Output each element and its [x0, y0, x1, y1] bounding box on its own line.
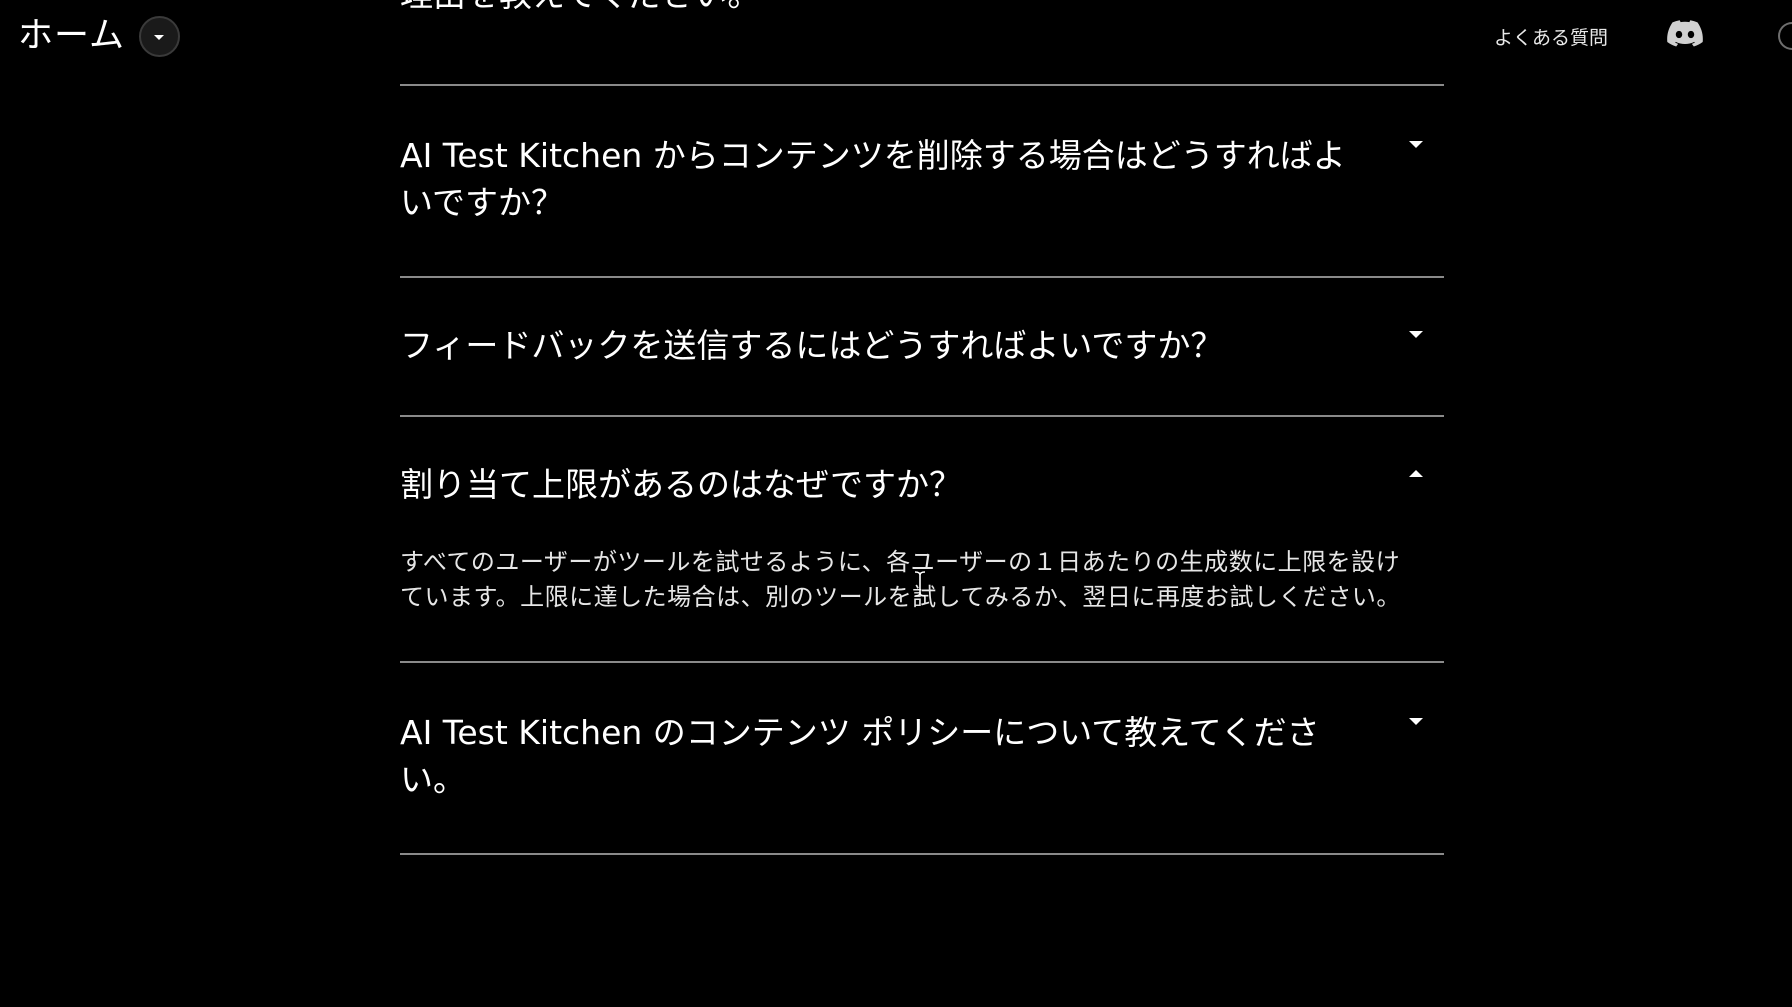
caret-down-icon[interactable] — [1404, 322, 1428, 346]
discord-button[interactable] — [1666, 17, 1704, 55]
faq-item[interactable]: AI Test Kitchen のコンテンツ ポリシーについて教えてください。 — [400, 663, 1444, 853]
faq-question-text: 割り当て上限があるのはなぜですか？ — [400, 465, 962, 504]
faq-page: ホーム よくある質問 理由を教えてください。 AI Test Kitchen か… — [0, 0, 1792, 1007]
chevron-down-icon — [153, 27, 165, 46]
divider — [400, 853, 1444, 855]
partial-circle-icon[interactable] — [1778, 22, 1792, 50]
faq-question-text: AI Test Kitchen のコンテンツ ポリシーについて教えてください。 — [400, 713, 1320, 799]
faq-question-text: AI Test Kitchen からコンテンツを削除する場合はどうすればよいです… — [400, 136, 1346, 222]
caret-down-icon[interactable] — [1404, 132, 1428, 156]
faq-accordion: 理由を教えてください。 AI Test Kitchen からコンテンツを削除する… — [400, 0, 1444, 855]
faq-question: AI Test Kitchen のコンテンツ ポリシーについて教えてください。 — [400, 709, 1444, 803]
caret-down-icon[interactable] — [1404, 709, 1428, 733]
faq-item[interactable]: フィードバックを送信するにはどうすればよいですか？ — [400, 278, 1444, 415]
home-dropdown-button[interactable] — [138, 15, 180, 57]
header-nav: よくある質問 — [1494, 12, 1792, 60]
faq-item-expanded[interactable]: 割り当て上限があるのはなぜですか？ すべてのユーザーがツールを試せるように、各ユ… — [400, 417, 1444, 661]
faq-answer: すべてのユーザーがツールを試せるように、各ユーザーの１日あたりの生成数に上限を設… — [400, 548, 1401, 611]
faq-question: 割り当て上限があるのはなぜですか？ — [400, 461, 1444, 508]
home-label[interactable]: ホーム — [18, 12, 125, 60]
faq-item[interactable]: AI Test Kitchen からコンテンツを削除する場合はどうすればよいです… — [400, 86, 1444, 276]
caret-up-icon[interactable] — [1404, 461, 1428, 485]
faq-question: フィードバックを送信するにはどうすればよいですか？ — [400, 322, 1444, 369]
previous-question-tail[interactable]: 理由を教えてください。 — [400, 0, 1444, 84]
discord-icon — [1667, 20, 1703, 52]
header-home: ホーム — [18, 12, 180, 60]
faq-question-text: フィードバックを送信するにはどうすればよいですか？ — [400, 326, 1224, 365]
faq-question: AI Test Kitchen からコンテンツを削除する場合はどうすればよいです… — [400, 132, 1444, 226]
faq-nav-link[interactable]: よくある質問 — [1494, 23, 1608, 50]
